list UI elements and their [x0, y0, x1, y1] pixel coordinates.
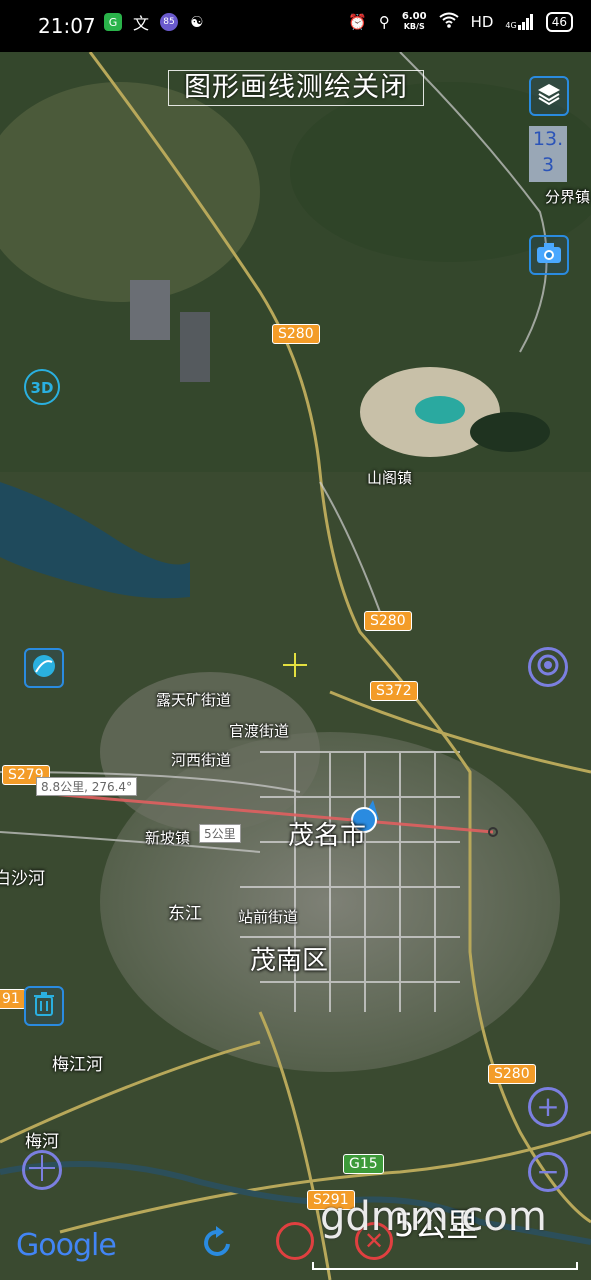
signal-icon: 4G — [505, 14, 533, 30]
place-meihe: 梅河 — [25, 1132, 59, 1152]
speed-value: 6.00 — [401, 11, 427, 22]
trash-icon — [32, 991, 56, 1021]
alarm-icon: ⏰ — [348, 13, 367, 31]
road-shield-s280-bottom: S280 — [488, 1064, 536, 1084]
crosshair-icon — [29, 1154, 55, 1186]
road-shield-s280-mid: S280 — [364, 611, 412, 631]
drawing-mode-toggle[interactable]: 图形画线测绘关闭 — [168, 70, 424, 106]
road-shield-91: 91 — [0, 989, 26, 1009]
road-shield-g15: G15 — [343, 1154, 384, 1174]
plus-icon: + — [536, 1090, 560, 1123]
satellite-map[interactable]: 分界镇 山阁镇 露天矿街道 官渡街道 河西街道 茂名市 新坡镇 东江 站前街道 … — [0, 52, 591, 1280]
google-logo: Google — [16, 1228, 117, 1263]
undo-icon — [200, 1226, 236, 1264]
zoom-level-line2: 3 — [541, 154, 555, 176]
app-85-icon: 85 — [160, 13, 178, 31]
network-hd: HD — [470, 13, 494, 31]
zoom-out-button[interactable]: − — [528, 1152, 568, 1192]
speed-unit: KB/S — [403, 22, 425, 31]
place-guandu: 官渡街道 — [229, 722, 290, 740]
delete-button[interactable] — [24, 986, 64, 1026]
watermark: gdmm.com — [320, 1194, 547, 1240]
zoom-level-line1: 13. — [532, 128, 564, 150]
battery-indicator: 46 — [545, 12, 573, 32]
place-dongjiang: 东江 — [168, 904, 202, 924]
status-bar: 21:07 G 文 85 ☯ ⏰ ⚲ 6.00 KB/S HD 4G 46 — [0, 0, 591, 52]
status-notification-icons: G 文 85 ☯ — [104, 13, 206, 33]
road-shield-s280-top: S280 — [272, 324, 320, 344]
status-system-icons: ⏰ ⚲ 6.00 KB/S HD 4G 46 — [348, 12, 573, 32]
3d-icon: 3D — [23, 368, 61, 410]
minus-icon: − — [536, 1155, 560, 1188]
place-zhanqian: 站前街道 — [238, 908, 299, 926]
wen-icon: 文 — [132, 14, 149, 33]
place-shahe: 白沙河 — [0, 869, 45, 889]
satellite-dish-icon — [30, 652, 58, 684]
compass-button[interactable] — [24, 648, 64, 688]
zoom-in-button[interactable]: + — [528, 1087, 568, 1127]
place-fenjie: 分界镇 — [545, 188, 591, 206]
measure-segment-label: 5公里 — [199, 824, 241, 843]
layers-button[interactable] — [529, 76, 569, 116]
camera-button[interactable] — [529, 235, 569, 275]
map-imagery — [0, 52, 591, 1280]
undo-button[interactable] — [200, 1224, 236, 1260]
target-icon — [536, 653, 560, 682]
place-xinpo: 新坡镇 — [145, 829, 191, 847]
measure-distance-label: 8.8公里, 276.4° — [36, 777, 138, 796]
3d-button[interactable]: 3D — [23, 368, 61, 410]
wifi-icon — [438, 12, 459, 32]
crosshair-button[interactable] — [22, 1150, 62, 1190]
map-scale-bar — [312, 1262, 578, 1270]
network-speed: 6.00 KB/S — [402, 12, 427, 32]
network-4g: 4G — [505, 21, 517, 30]
place-maoming: 茂名市 — [288, 821, 367, 851]
place-lutiankuang: 露天矿街道 — [156, 691, 232, 709]
place-maonan: 茂南区 — [250, 946, 329, 976]
location-icon: ⚲ — [378, 13, 390, 31]
svg-text:3D: 3D — [31, 379, 54, 397]
squirrel-icon: ☯ — [190, 13, 204, 31]
app-green-icon: G — [104, 13, 122, 31]
locate-button[interactable] — [528, 647, 568, 687]
zoom-level-display: 13. 3 — [529, 126, 567, 182]
status-time: 21:07 — [38, 14, 96, 38]
layers-icon — [536, 81, 562, 111]
road-shield-s372: S372 — [370, 681, 418, 701]
record-button[interactable] — [276, 1222, 314, 1260]
place-hexi: 河西街道 — [171, 751, 232, 769]
google-logo-text: Google — [16, 1228, 117, 1263]
place-meijianghe: 梅江河 — [52, 1055, 103, 1075]
place-shange: 山阁镇 — [367, 469, 413, 487]
camera-icon — [535, 241, 563, 269]
